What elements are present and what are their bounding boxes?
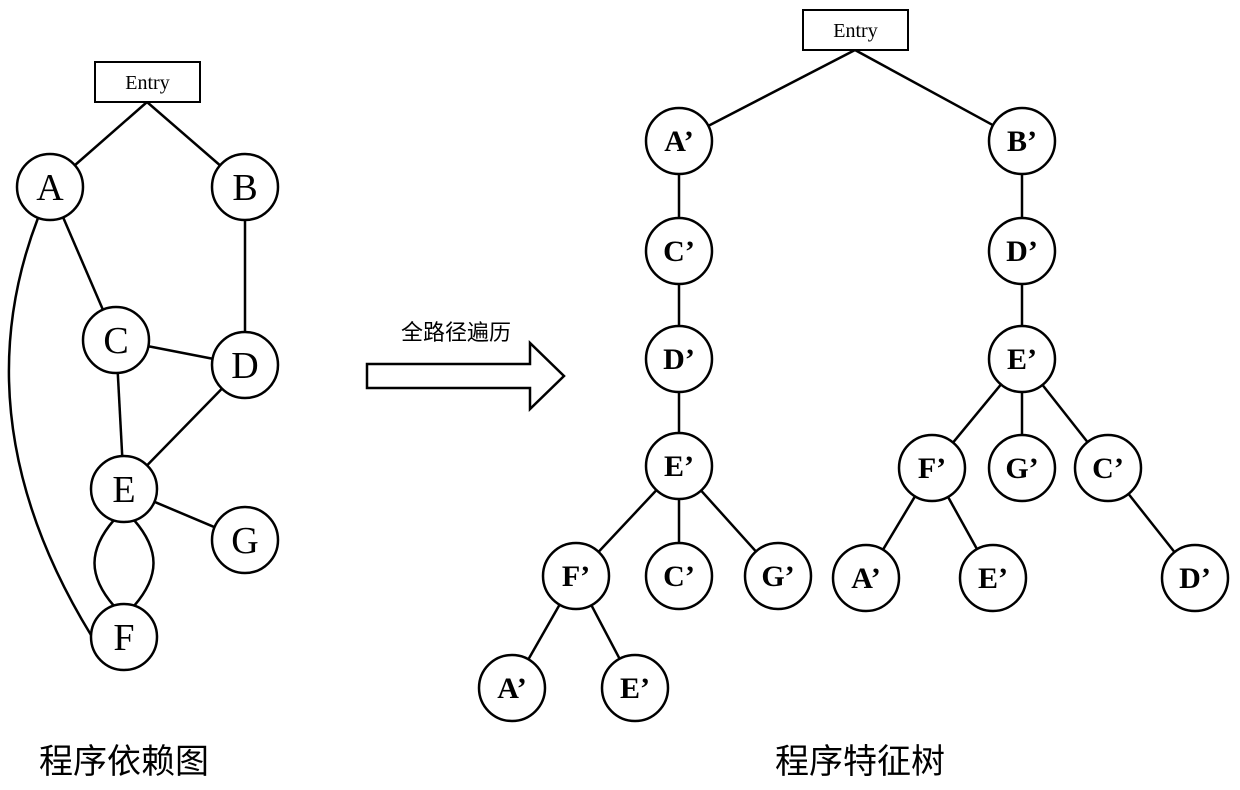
tree-edge-e1-g1 [700,489,757,553]
pdg-node-E: E [89,454,159,524]
tree-edge-Entry-a1 [707,48,856,127]
tree-node-e3: E’ [987,324,1057,394]
right-arrow-icon [365,340,566,412]
pdg-node-F: F [89,602,159,672]
pdg-node-label: F [113,617,134,659]
pdg-node-A: A [15,152,85,222]
tree-node-label: A’ [497,672,526,705]
tree-node-label: G’ [1005,452,1038,485]
tree-node-f2: F’ [897,433,967,503]
pdg-node-label: G [231,520,258,562]
tree-edge-e3-f2 [952,383,1002,444]
tree-node-e4: E’ [958,543,1028,613]
tree-node-label: D’ [1179,562,1211,595]
pdg-edge-C-D [148,345,213,360]
tree-edge-f1-a2 [527,604,561,660]
tree-edge-e1-f1 [597,489,658,553]
transform-arrow: 全路径遍历 [365,321,566,412]
tree-node-label: G’ [761,560,794,593]
pdg-node-G: G [210,505,280,575]
pdg-node-label: D [231,345,258,387]
pdg-edge-E-F [93,519,115,607]
pdg-node-label: A [36,167,64,209]
tree-node-label: D’ [1006,235,1038,268]
tree-node-c2: C’ [644,541,714,611]
tree-node-g2: G’ [987,433,1057,503]
tree-edge-c3-d3 [1127,493,1176,553]
tree-edge-f1-e2 [590,604,621,660]
pdg-node-B: B [210,152,280,222]
tree-node-b1: B’ [987,106,1057,176]
transform-arrow-label: 全路径遍历 [401,321,511,346]
tree-node-a3: A’ [831,543,901,613]
pdg-caption: 程序依赖图 [39,742,209,782]
pdg-node-label: E [112,469,135,511]
tree-node-d3: D’ [1160,543,1230,613]
pdg-edge-E-G [153,500,216,529]
pdg-edge-C-E [116,372,124,457]
tree-node-label: F’ [562,560,590,593]
tree-node-label: E’ [978,562,1008,595]
tree-entry-label: Entry [833,20,877,42]
pdg-edge-D-E [146,387,223,467]
tree-edge-e3-c3 [1041,384,1089,443]
tree-node-e1: E’ [644,431,714,501]
tree-node-f1: F’ [541,541,611,611]
tree-entry-node: Entry [802,9,909,51]
tree-node-d1: D’ [644,324,714,394]
tree-node-a1: A’ [644,106,714,176]
tree-node-label: A’ [851,562,880,595]
tree-node-label: E’ [664,450,694,483]
pdg-entry-node: Entry [94,61,201,103]
pdg-edge-Entry-B [146,101,221,167]
tree-node-label: F’ [918,452,946,485]
tree-node-label: C’ [663,560,695,593]
tree-node-label: D’ [663,343,695,376]
tree-node-e2: E’ [600,653,670,723]
tree-node-c1: C’ [644,216,714,286]
pdg-node-D: D [210,330,280,400]
tree-node-g1: G’ [743,541,813,611]
nodes-layer: A B C D E F G A’ C’ D’ E’ F’ C’ G’ A’ E’ B’ D’ E’ F’ G’ C’ A’ E… [15,106,1230,723]
tree-node-label: E’ [620,672,650,705]
pdg-entry-label: Entry [125,72,169,94]
tree-edge-Entry-b1 [854,48,994,127]
pdg-edge-A-F [7,217,93,636]
pdg-edge-Entry-A [73,101,148,167]
diagram-canvas: Entry Entry A B C D E F G A’ C’ D’ E’ F’ C’ G’ A’ E’ B’ D… [7,9,1230,782]
tree-node-c3: C’ [1073,433,1143,503]
tree-node-d2: D’ [987,216,1057,286]
tree-node-label: A’ [664,125,693,158]
pdg-edge-A-C [61,216,105,311]
pdg-node-label: B [232,167,257,209]
tree-node-a2: A’ [477,653,547,723]
tree-edge-f2-a3 [881,495,917,551]
tree-node-label: C’ [1092,452,1124,485]
pdg-edge-F-E [133,519,155,607]
tree-edge-f2-e4 [946,496,979,550]
pdg-node-C: C [81,305,151,375]
tree-caption: 程序特征树 [775,742,945,782]
tree-node-label: E’ [1007,343,1037,376]
pdg-node-label: C [103,320,128,362]
tree-node-label: C’ [663,235,695,268]
tree-node-label: B’ [1007,125,1037,158]
